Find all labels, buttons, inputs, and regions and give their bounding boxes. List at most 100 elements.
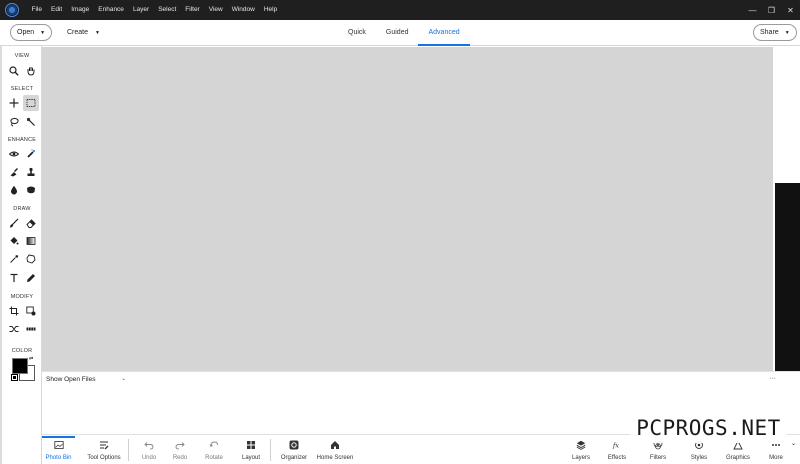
hand-icon	[27, 67, 35, 76]
effects-label: Effects	[607, 455, 627, 461]
menu-file[interactable]: File	[27, 0, 46, 20]
effects-button[interactable]: fx Effects	[606, 436, 628, 464]
brush-icon	[10, 218, 19, 228]
eraser-icon	[26, 219, 36, 228]
close-button[interactable]: ✕	[781, 0, 800, 20]
canvas-area[interactable]	[42, 47, 773, 371]
create-button[interactable]: Create ▼	[67, 24, 100, 41]
foreground-color-swatch[interactable]	[12, 358, 28, 374]
pencil-tool[interactable]	[23, 270, 39, 286]
more-options-icon[interactable]: ···	[769, 375, 776, 382]
rotate-button[interactable]: Rotate	[202, 436, 226, 464]
watermark-text: PCPROGS.NET	[630, 412, 787, 443]
brush-tool[interactable]	[6, 215, 22, 231]
menu-view[interactable]: View	[204, 0, 227, 20]
taskbar-divider	[128, 439, 129, 461]
layout-label: Layout	[241, 455, 260, 461]
hand-tool[interactable]	[23, 63, 39, 79]
menu-layer[interactable]: Layer	[128, 0, 153, 20]
quick-selection-icon	[26, 117, 35, 126]
lasso-icon	[10, 117, 19, 127]
menu-edit[interactable]: Edit	[46, 0, 66, 20]
sponge-icon	[27, 186, 35, 194]
redo-button[interactable]: Redo	[170, 436, 190, 464]
open-label: Open	[17, 29, 35, 36]
content-aware-move-tool[interactable]	[6, 321, 22, 337]
open-button[interactable]: Open ▼	[10, 24, 53, 41]
menu-image[interactable]: Image	[67, 0, 94, 20]
undo-label: Undo	[141, 455, 157, 461]
menu-select[interactable]: Select	[154, 0, 181, 20]
chevron-down-icon[interactable]: ⌄	[791, 440, 796, 447]
section-view-label: VIEW	[14, 53, 30, 59]
move-icon	[9, 98, 19, 108]
move-tool[interactable]	[6, 95, 22, 111]
organizer-button[interactable]: Organizer	[279, 436, 309, 464]
layers-label: Layers	[571, 455, 590, 461]
stamp-icon	[27, 167, 35, 176]
create-label: Create	[67, 29, 89, 36]
blur-tool[interactable]	[6, 182, 22, 198]
marquee-tool[interactable]	[23, 95, 39, 111]
rotate-icon	[209, 441, 218, 448]
straighten-icon	[26, 327, 36, 331]
share-button[interactable]: Share ▼	[753, 24, 797, 41]
swap-colors-icon[interactable]: ⇄	[29, 356, 33, 362]
straighten-tool[interactable]	[23, 321, 39, 337]
menu-help[interactable]: Help	[259, 0, 281, 20]
home-icon	[331, 441, 339, 449]
pencil-icon	[27, 274, 35, 282]
paint-bucket-tool[interactable]	[6, 233, 22, 249]
minimize-button[interactable]: —	[743, 0, 762, 20]
quick-selection-tool[interactable]	[23, 114, 39, 130]
healing-brush-icon	[27, 149, 35, 158]
eyedropper-tool[interactable]	[6, 251, 22, 267]
type-icon	[10, 273, 18, 282]
tool-options-icon	[100, 441, 109, 450]
lasso-tool[interactable]	[6, 114, 22, 130]
tab-quick[interactable]: Quick	[338, 20, 376, 46]
smart-brush-tool[interactable]	[6, 164, 22, 180]
clone-stamp-tool[interactable]	[23, 164, 39, 180]
tool-options-button[interactable]: Tool Options	[86, 436, 122, 464]
section-color-label: COLOR	[11, 348, 33, 354]
eraser-tool[interactable]	[23, 215, 39, 231]
section-select-label: SELECT	[10, 86, 34, 92]
menu-bar: File Edit Image Enhance Layer Select Fil…	[27, 0, 282, 20]
chevron-down-icon: ▼	[784, 29, 790, 36]
recompose-icon	[26, 306, 36, 316]
layers-icon	[576, 440, 586, 450]
undo-button[interactable]: Undo	[139, 436, 159, 464]
undo-icon	[144, 442, 154, 450]
menu-enhance[interactable]: Enhance	[94, 0, 129, 20]
layout-button[interactable]: Layout	[239, 436, 263, 464]
mode-tabs: Quick Guided Advanced	[338, 20, 470, 46]
zoom-tool[interactable]	[6, 63, 22, 79]
crop-tool[interactable]	[6, 303, 22, 319]
spot-healing-tool[interactable]	[23, 146, 39, 162]
layout-icon	[247, 441, 255, 449]
recompose-tool[interactable]	[23, 303, 39, 319]
app-logo-icon	[5, 3, 19, 17]
home-screen-button[interactable]: Home Screen	[315, 436, 355, 464]
crop-icon	[9, 306, 19, 316]
tab-advanced[interactable]: Advanced	[418, 20, 470, 46]
title-bar: File Edit Image Enhance Layer Select Fil…	[0, 0, 800, 20]
show-open-files-label[interactable]: Show Open Files	[46, 376, 96, 383]
top-option-bar: Open ▼ Create ▼ Quick Guided Advanced Sh…	[0, 20, 800, 46]
menu-window[interactable]: Window	[227, 0, 259, 20]
type-tool[interactable]	[6, 270, 22, 286]
default-colors-icon[interactable]	[11, 374, 18, 381]
restore-button[interactable]: ❐	[762, 0, 781, 20]
share-label: Share	[760, 29, 779, 36]
tab-guided[interactable]: Guided	[376, 20, 419, 46]
sponge-tool[interactable]	[23, 182, 39, 198]
gradient-tool[interactable]	[23, 233, 39, 249]
custom-shape-tool[interactable]	[23, 251, 39, 267]
menu-filter[interactable]: Filter	[181, 0, 204, 20]
layers-button[interactable]: Layers	[570, 436, 592, 464]
photo-bin-button[interactable]: Photo Bin	[42, 436, 75, 464]
red-eye-tool[interactable]	[6, 146, 22, 162]
side-panel-edge	[775, 183, 800, 371]
chevron-down-icon[interactable]: ⌄	[122, 376, 126, 382]
